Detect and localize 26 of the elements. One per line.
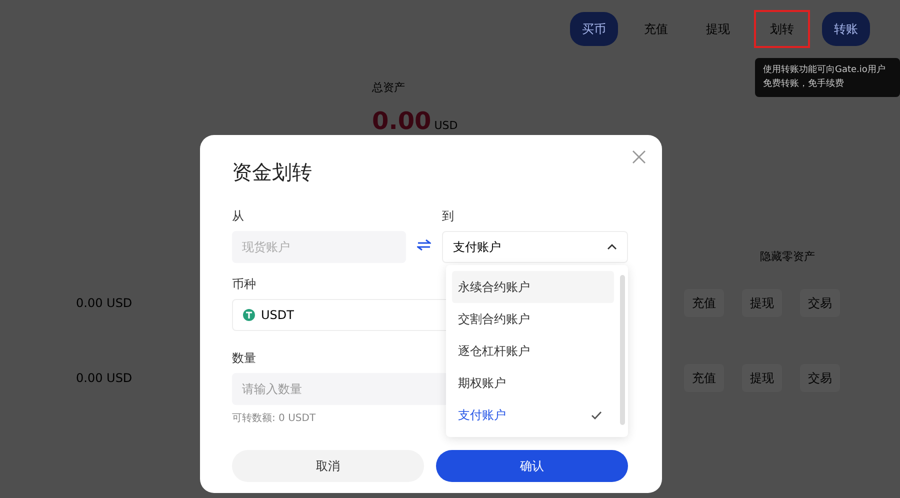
field-label: 数量 <box>232 350 256 367</box>
cancel-button[interactable]: 取消 <box>232 450 424 482</box>
field-label: 币种 <box>232 276 256 293</box>
currency-unit: USD <box>434 118 458 134</box>
balance-value: 0.00 USD <box>76 294 132 312</box>
dialog-title: 资金划转 <box>232 159 313 186</box>
field-label: 从 <box>232 208 244 225</box>
tooltip: 使用转账功能可向Gate.io用户免费转账，免手续费 <box>755 58 900 97</box>
to-select[interactable]: 支付账户 <box>442 231 628 263</box>
close-icon <box>632 150 646 164</box>
confirm-button[interactable]: 确认 <box>436 450 628 482</box>
field-label: 到 <box>442 208 454 225</box>
total-amount: 0.00 <box>372 106 432 136</box>
dropdown-option[interactable]: 逐仓杠杆账户 <box>452 335 614 367</box>
total-label: 总资产 <box>372 80 405 96</box>
coin-icon <box>243 309 255 321</box>
dropdown-option[interactable]: 永续合约账户 <box>452 271 614 303</box>
balance-value: 0.00 USD <box>76 370 132 386</box>
from-field: 现货账户 <box>232 231 406 263</box>
select-value: 支付账户 <box>453 239 501 256</box>
check-icon <box>591 410 602 420</box>
coin-value: USDT <box>261 307 294 324</box>
nav-button[interactable]: 转账 <box>822 12 870 46</box>
nav-button[interactable]: 买币 <box>570 12 618 46</box>
available-amount: 可转数额: 0 USDT <box>232 412 316 426</box>
swap-icon[interactable] <box>417 239 431 251</box>
